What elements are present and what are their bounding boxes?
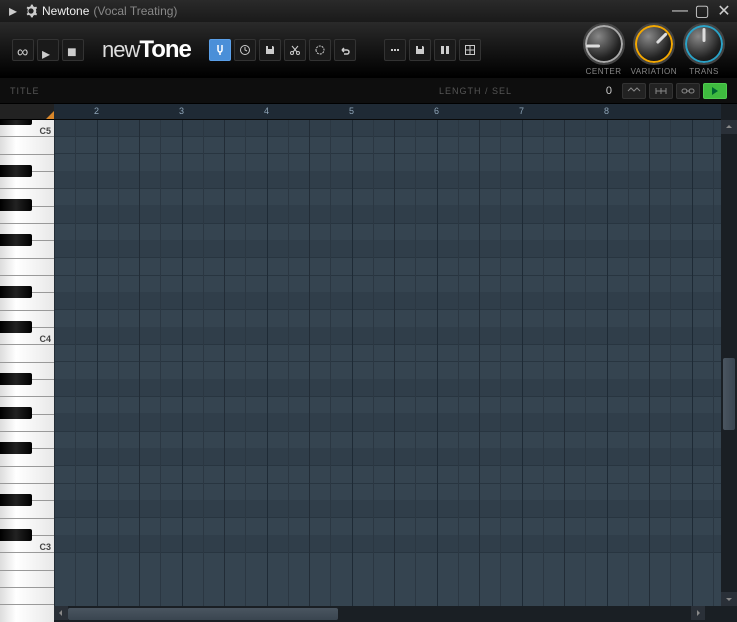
pitch-grid[interactable] [54, 120, 721, 606]
play-button[interactable]: ▸ [37, 39, 59, 61]
black-key[interactable] [0, 286, 32, 298]
black-key[interactable] [0, 120, 32, 125]
black-key[interactable] [0, 234, 32, 246]
scrollbar-horizontal [54, 606, 705, 622]
trans-knob-label: TRANS [689, 67, 719, 76]
loop-button[interactable]: ∞ [12, 39, 34, 61]
black-key[interactable] [0, 494, 32, 506]
grid-b-icon[interactable] [459, 39, 481, 61]
length-value: 0 [552, 85, 612, 97]
stop-button[interactable]: ■ [62, 39, 84, 61]
newtone-logo: newTone [102, 36, 191, 64]
gear-icon[interactable] [24, 4, 38, 18]
time-ruler[interactable]: 2 3 4 5 6 7 8 [54, 104, 721, 120]
ruler-mark: 4 [264, 106, 269, 116]
collapse-icon[interactable]: ▸ [6, 4, 20, 18]
black-key[interactable] [0, 373, 32, 385]
window-subtitle: (Vocal Treating) [93, 4, 177, 18]
minimize-button[interactable]: — [673, 4, 687, 18]
mode-pitch-icon[interactable] [622, 83, 646, 99]
newtone-window: ▸ Newtone (Vocal Treating) — ▢ ✕ ∞ ▸ ■ n… [0, 0, 737, 622]
length-label: LENGTH / SEL [439, 86, 512, 96]
scroll-down-button[interactable] [721, 592, 737, 606]
scroll-up-button[interactable] [721, 120, 737, 134]
ruler-mark: 7 [519, 106, 524, 116]
center-knob-label: CENTER [586, 67, 622, 76]
maximize-button[interactable]: ▢ [695, 4, 709, 18]
loop-select-icon[interactable] [309, 39, 331, 61]
piano-corner [0, 104, 54, 120]
scroll-left-button[interactable] [54, 606, 68, 620]
toolbar: ∞ ▸ ■ newTone CENTER [0, 22, 737, 78]
ruler-mark: 2 [94, 106, 99, 116]
black-key[interactable] [0, 199, 32, 211]
workspace: C5C4C3 2 3 4 5 6 7 8 [0, 104, 737, 622]
view-tools-group [384, 39, 481, 61]
cut-icon[interactable] [284, 39, 306, 61]
tuning-fork-icon[interactable] [209, 39, 231, 61]
window-title: Newtone [42, 4, 89, 18]
mode-play-icon[interactable] [703, 83, 727, 99]
clock-icon[interactable] [234, 39, 256, 61]
black-key[interactable] [0, 529, 32, 541]
scroll-h-track[interactable] [68, 606, 691, 622]
scroll-right-button[interactable] [691, 606, 705, 620]
variation-knob-unit: VARIATION [631, 23, 677, 76]
center-knob[interactable] [583, 23, 625, 65]
scrollbar-corner [705, 606, 721, 622]
edit-tools-group [209, 39, 356, 61]
trans-knob[interactable] [683, 23, 725, 65]
piano-roll: C5C4C3 [0, 104, 54, 622]
black-key[interactable] [0, 165, 32, 177]
variation-knob[interactable] [633, 23, 675, 65]
knobs-group: CENTER VARIATION TRANS [583, 23, 725, 76]
piano-keys[interactable]: C5C4C3 [0, 120, 54, 622]
ruler-mark: 6 [434, 106, 439, 116]
scroll-v-thumb[interactable] [723, 358, 735, 430]
mode-buttons [622, 83, 727, 99]
info-row: TITLE LENGTH / SEL 0 [0, 78, 737, 104]
grid-a-icon[interactable] [434, 39, 456, 61]
close-button[interactable]: ✕ [717, 4, 731, 18]
titlebar-left: ▸ Newtone (Vocal Treating) [6, 4, 177, 18]
ruler-mark: 8 [604, 106, 609, 116]
center-knob-unit: CENTER [583, 23, 625, 76]
transport-group: ∞ ▸ ■ [12, 39, 84, 61]
grid-area: 2 3 4 5 6 7 8 [54, 104, 721, 622]
titlebar: ▸ Newtone (Vocal Treating) — ▢ ✕ [0, 0, 737, 22]
black-key[interactable] [0, 407, 32, 419]
ruler-mark: 5 [349, 106, 354, 116]
undo-icon[interactable] [334, 39, 356, 61]
snap-icon[interactable] [384, 39, 406, 61]
scroll-v-track[interactable] [721, 134, 737, 592]
key-label: C3 [39, 542, 51, 621]
black-key[interactable] [0, 442, 32, 454]
black-key[interactable] [0, 321, 32, 333]
bottom-scroll-row [54, 606, 721, 622]
scroll-h-thumb[interactable] [68, 608, 338, 620]
mode-link-icon[interactable] [676, 83, 700, 99]
scrollbar-vertical [721, 104, 737, 622]
ruler-mark: 3 [179, 106, 184, 116]
title-label: TITLE [10, 86, 40, 96]
save-icon[interactable] [259, 39, 281, 61]
mode-warp-icon[interactable] [649, 83, 673, 99]
variation-knob-label: VARIATION [631, 67, 677, 76]
send-icon[interactable] [409, 39, 431, 61]
trans-knob-unit: TRANS [683, 23, 725, 76]
